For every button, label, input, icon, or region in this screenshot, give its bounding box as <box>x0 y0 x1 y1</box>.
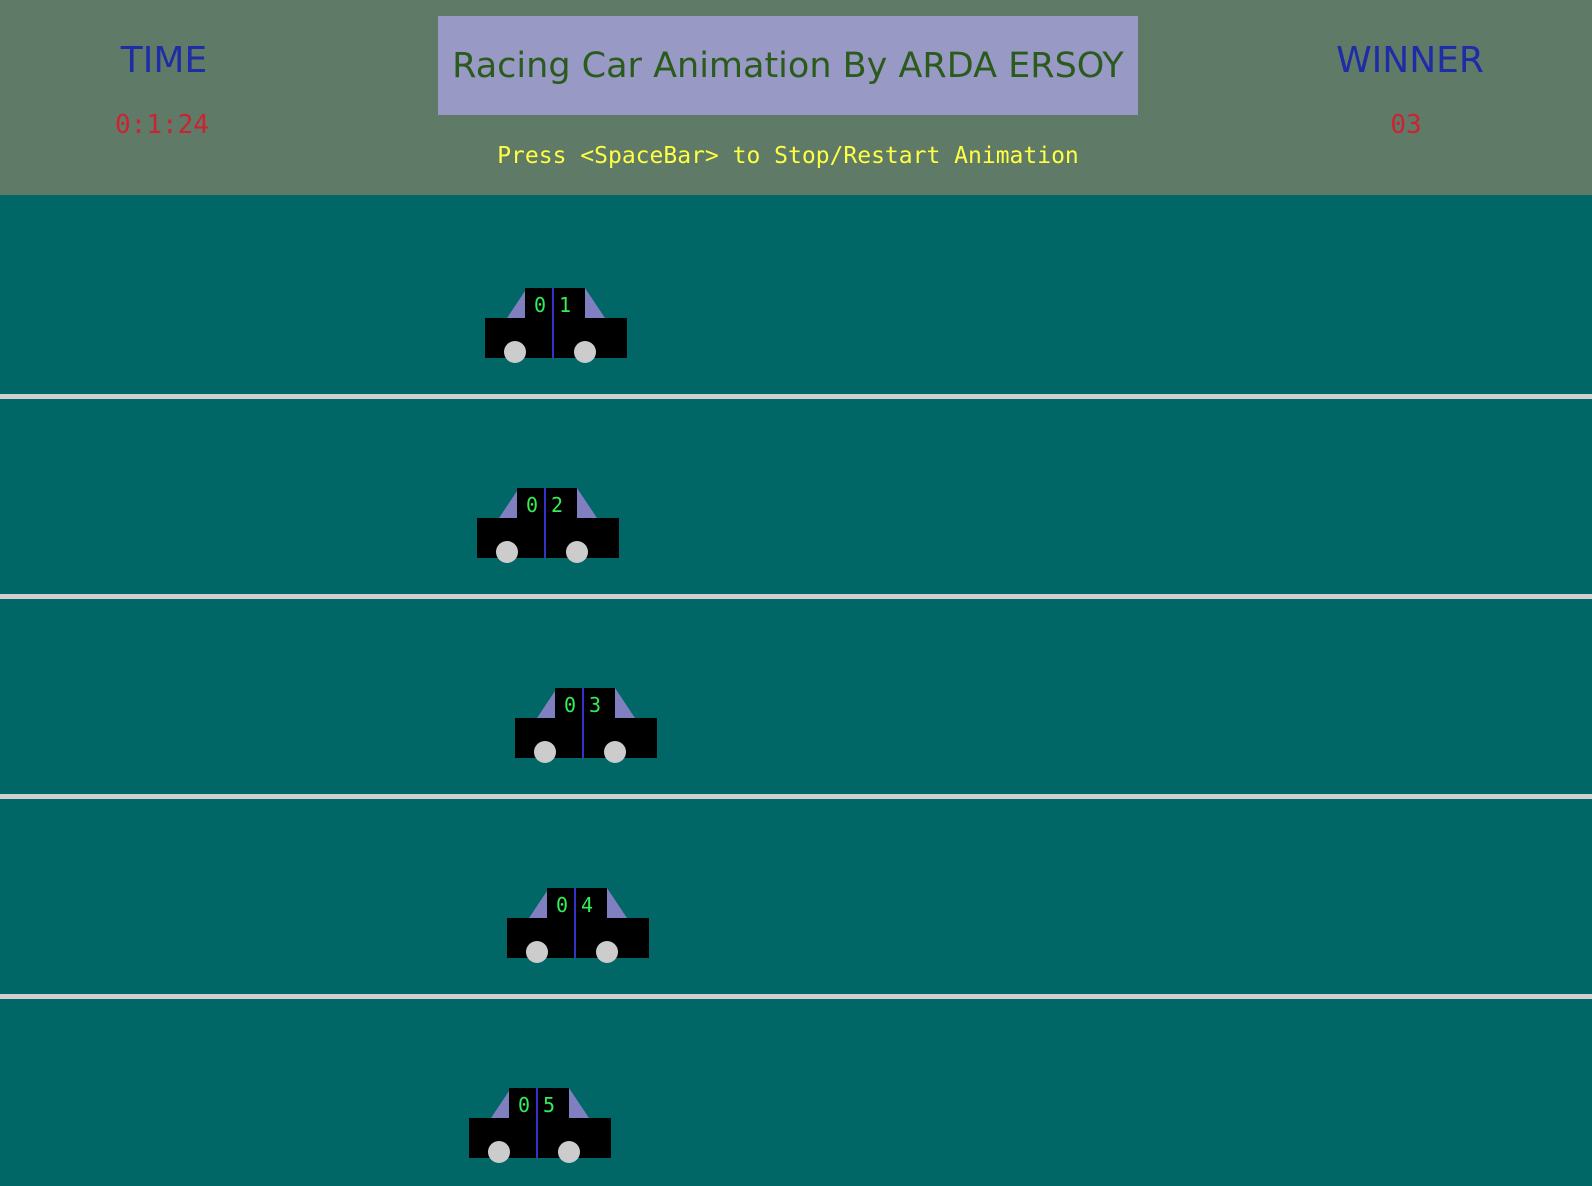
car-number-digit: 3 <box>589 693 601 717</box>
car-number-digit: 4 <box>581 893 593 917</box>
car-number-digit: 0 <box>526 493 538 517</box>
wheel-icon <box>534 741 556 763</box>
instruction-text: Press <SpaceBar> to Stop/Restart Animati… <box>497 143 1079 169</box>
lane-divider <box>0 394 1592 399</box>
wheel-icon <box>496 541 518 563</box>
wheel-icon <box>596 941 618 963</box>
winner-value: 03 <box>1390 110 1422 140</box>
title-banner: Racing Car Animation By ARDA ERSOY <box>438 16 1138 115</box>
car-number-digit: 0 <box>564 693 576 717</box>
wheel-icon <box>574 341 596 363</box>
wheel-icon <box>504 341 526 363</box>
wheel-icon <box>558 1141 580 1163</box>
car-number-digit: 0 <box>556 893 568 917</box>
time-value: 0:1:24 <box>115 110 209 140</box>
winner-label: WINNER <box>1336 40 1484 81</box>
lane-divider <box>0 794 1592 799</box>
car-number-digit: 2 <box>551 493 563 517</box>
car-number-digit: 0 <box>518 1093 530 1117</box>
time-label: TIME <box>120 40 208 81</box>
car-number-digit: 0 <box>534 293 546 317</box>
header-panel: TIME 0:1:24 Racing Car Animation By ARDA… <box>0 0 1592 195</box>
race-car-01: 0 1 <box>485 286 627 366</box>
race-car-04: 0 4 <box>507 886 649 966</box>
game-canvas[interactable]: TIME 0:1:24 Racing Car Animation By ARDA… <box>0 0 1592 1186</box>
wheel-icon <box>526 941 548 963</box>
wheel-icon <box>488 1141 510 1163</box>
race-car-03: 0 3 <box>515 686 657 766</box>
wheel-icon <box>566 541 588 563</box>
page-title: Racing Car Animation By ARDA ERSOY <box>452 45 1124 86</box>
car-number-digit: 5 <box>543 1093 555 1117</box>
race-car-05: 0 5 <box>469 1086 611 1166</box>
race-track <box>0 195 1592 1186</box>
wheel-icon <box>604 741 626 763</box>
lane-divider <box>0 994 1592 999</box>
car-number-digit: 1 <box>559 293 571 317</box>
race-car-02: 0 2 <box>477 486 619 566</box>
lane-divider <box>0 594 1592 599</box>
